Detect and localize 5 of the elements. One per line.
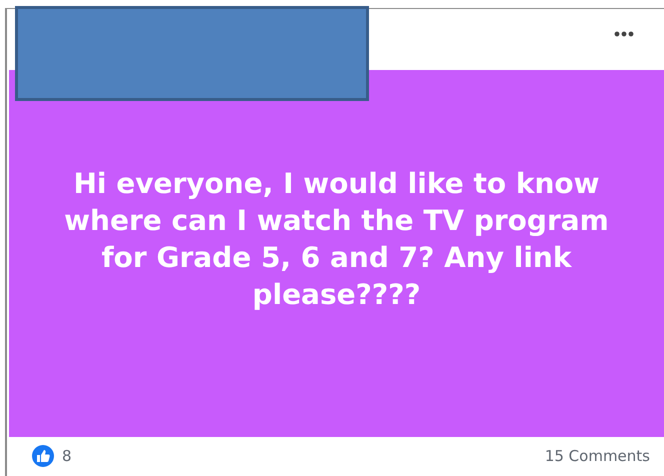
reaction-count[interactable]: 8 [62, 445, 72, 468]
like-icon[interactable] [32, 445, 54, 468]
post-text: Hi everyone, I would like to know where can I watch the TV program for Grade 5, 6 and 7? Any link please???? [63, 166, 610, 312]
comments-link[interactable]: 15 Comments [544, 445, 650, 468]
more-options-icon[interactable] [614, 31, 634, 37]
